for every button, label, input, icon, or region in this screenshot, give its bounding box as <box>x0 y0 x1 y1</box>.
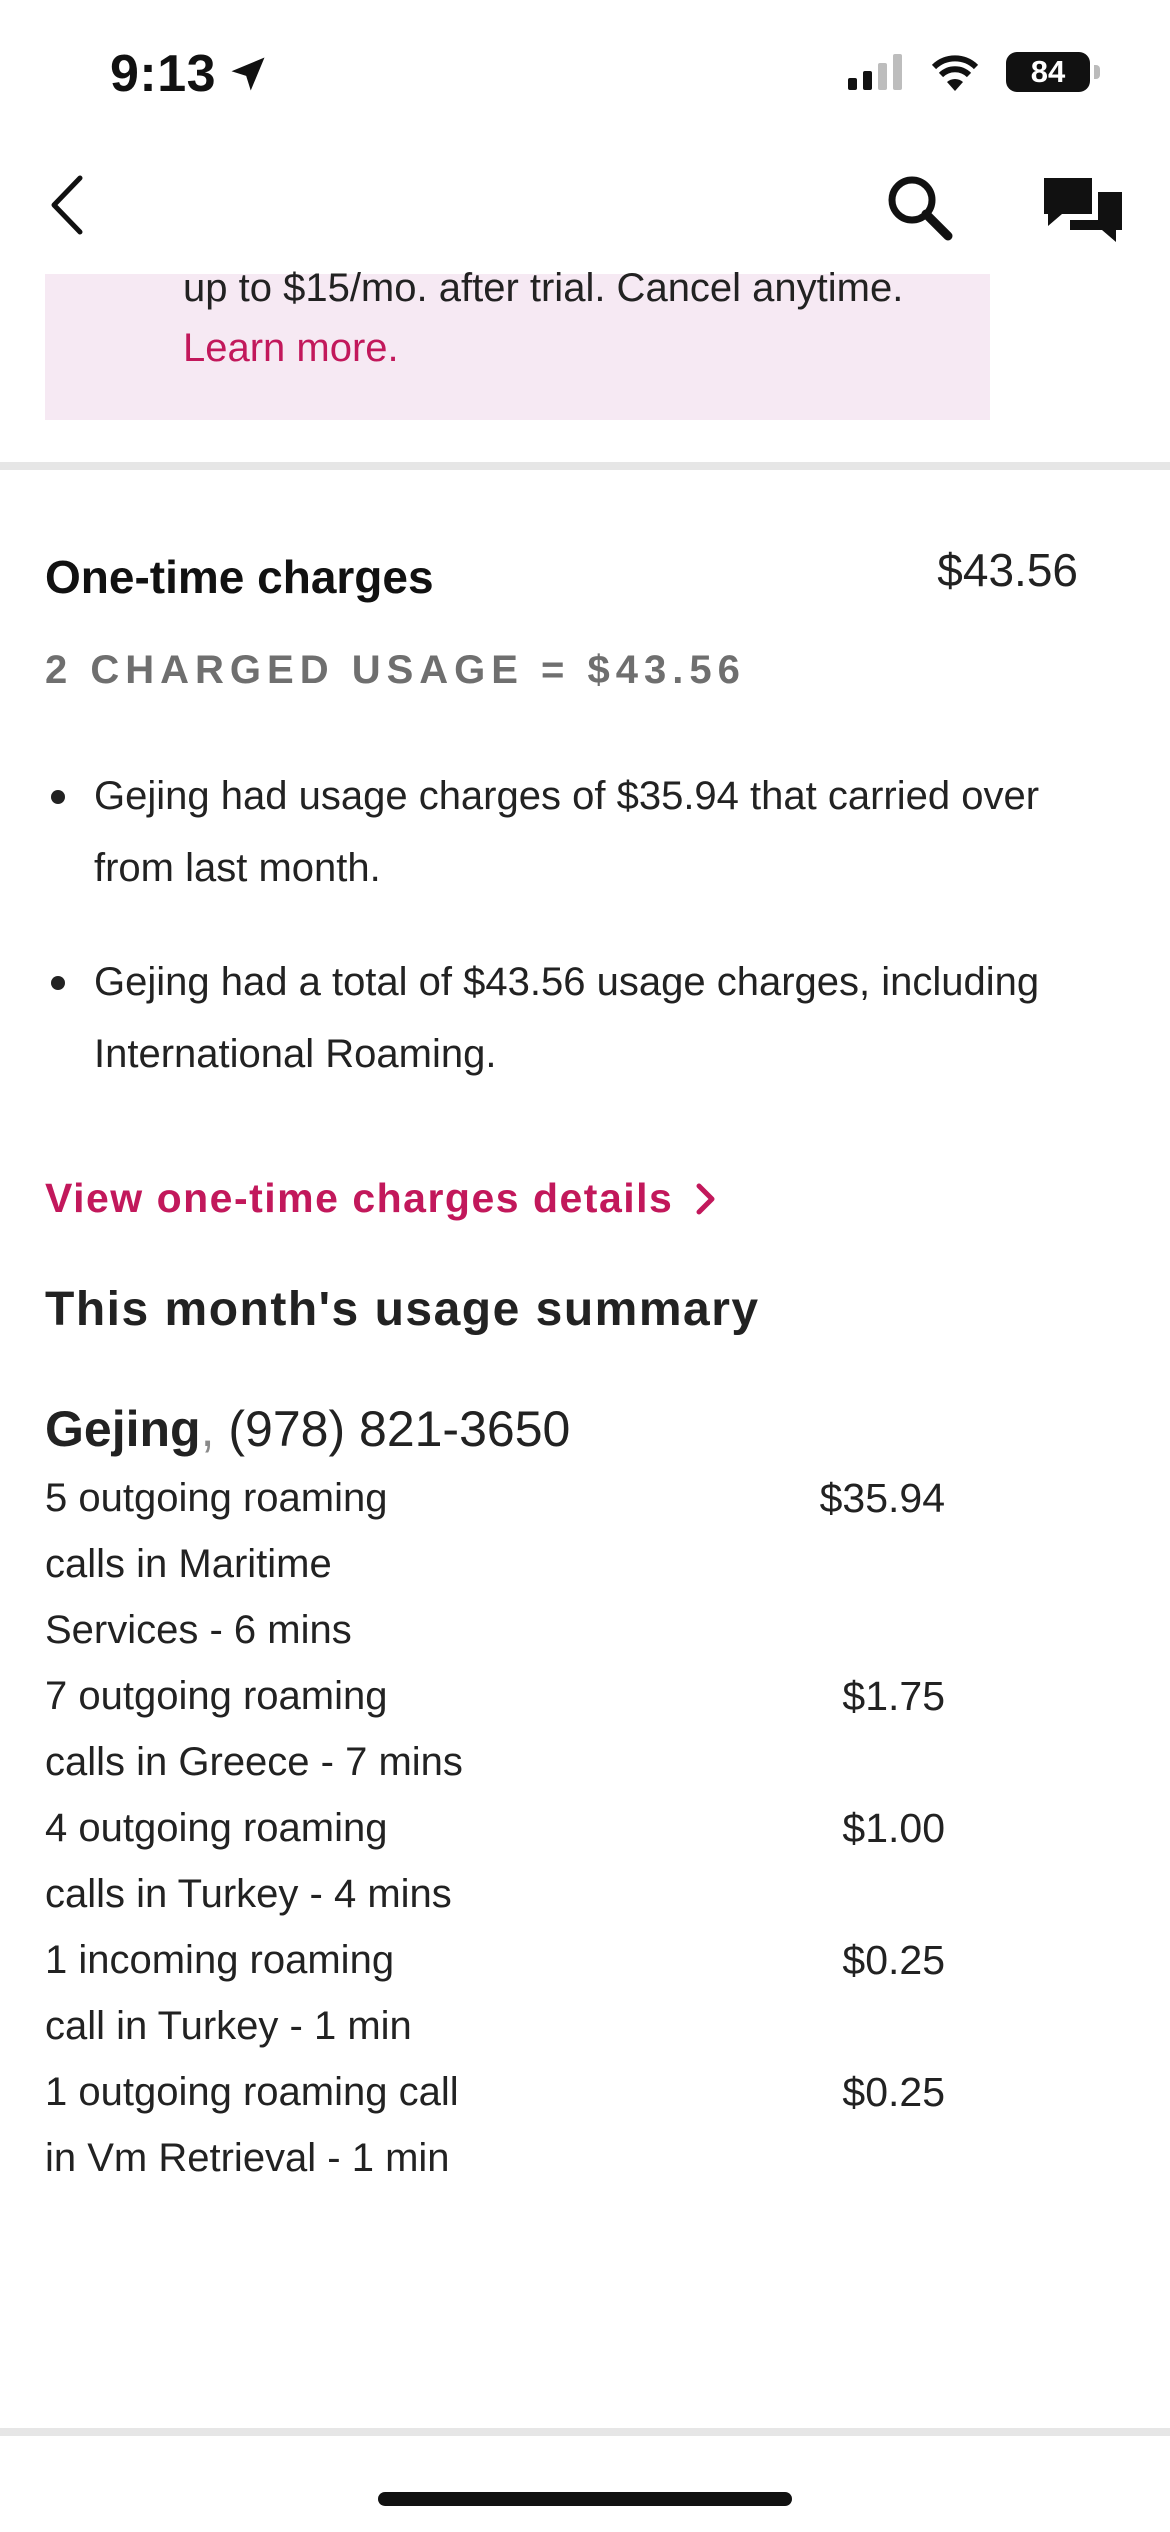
search-button[interactable] <box>880 168 960 248</box>
battery-indicator: 84 <box>1006 52 1100 92</box>
line-name: Gejing <box>45 1401 201 1457</box>
usage-amount: $1.00 <box>842 1805 945 1851</box>
list-item: Gejing had usage charges of $35.94 that … <box>45 760 1045 904</box>
usage-amount: $1.75 <box>842 1673 945 1719</box>
usage-summary-title: This month's usage summary <box>45 1283 760 1336</box>
usage-amount: $0.25 <box>842 1937 945 1983</box>
usage-list: 5 outgoing roaming calls in Maritime Ser… <box>45 1465 945 2191</box>
promo-text: up to $15/mo. after trial. Cancel anytim… <box>183 258 963 378</box>
wifi-icon <box>931 55 979 91</box>
charged-usage-summary: 2 CHARGED USAGE = $43.56 <box>45 648 746 692</box>
promo-body: up to $15/mo. after trial. Cancel anytim… <box>183 266 904 310</box>
chat-bubbles-icon <box>1044 178 1122 242</box>
learn-more-link[interactable]: Learn more. <box>183 326 399 370</box>
chevron-right-icon <box>696 1183 715 1214</box>
battery-level: 84 <box>1030 54 1066 89</box>
usage-description: 4 outgoing roaming calls in Turkey - 4 m… <box>45 1806 452 1916</box>
usage-amount: $35.94 <box>819 1475 945 1521</box>
list-item: Gejing had a total of $43.56 usage charg… <box>45 946 1045 1090</box>
line-header: Gejing, (978) 821-3650 <box>45 1400 570 1458</box>
home-indicator[interactable] <box>378 2492 792 2506</box>
section-divider <box>0 462 1170 470</box>
chat-button[interactable] <box>1040 172 1126 252</box>
usage-description: 1 outgoing roaming call in Vm Retrieval … <box>45 2070 459 2180</box>
charges-notes: Gejing had usage charges of $35.94 that … <box>45 760 1045 1132</box>
status-indicators: 84 <box>848 52 1100 92</box>
search-icon <box>888 176 953 241</box>
usage-amount: $0.25 <box>842 2069 945 2115</box>
chevron-left-icon <box>51 175 83 235</box>
usage-description: 7 outgoing roaming calls in Greece - 7 m… <box>45 1674 463 1784</box>
cellular-signal-icon <box>848 54 902 90</box>
usage-row: 4 outgoing roaming calls in Turkey - 4 m… <box>45 1795 945 1927</box>
one-time-charges-title: One-time charges <box>45 551 434 603</box>
line-number: (978) 821-3650 <box>228 1401 571 1457</box>
line-separator: , <box>200 1401 215 1457</box>
section-divider <box>0 2428 1170 2436</box>
location-arrow-icon <box>231 57 265 91</box>
status-time: 9:13 <box>110 44 270 104</box>
view-one-time-charges-details-link[interactable]: View one-time charges details <box>45 1175 717 1222</box>
usage-row: 7 outgoing roaming calls in Greece - 7 m… <box>45 1663 945 1795</box>
usage-description: 1 incoming roaming call in Turkey - 1 mi… <box>45 1938 412 2048</box>
usage-row: 5 outgoing roaming calls in Maritime Ser… <box>45 1465 945 1663</box>
back-button[interactable] <box>40 170 100 240</box>
usage-row: 1 incoming roaming call in Turkey - 1 mi… <box>45 1927 945 2059</box>
usage-description: 5 outgoing roaming calls in Maritime Ser… <box>45 1476 388 1652</box>
details-link-label: View one-time charges details <box>45 1175 674 1221</box>
one-time-charges-amount: $43.56 <box>937 544 1078 596</box>
usage-row: 1 outgoing roaming call in Vm Retrieval … <box>45 2059 945 2191</box>
clock: 9:13 <box>110 45 217 103</box>
